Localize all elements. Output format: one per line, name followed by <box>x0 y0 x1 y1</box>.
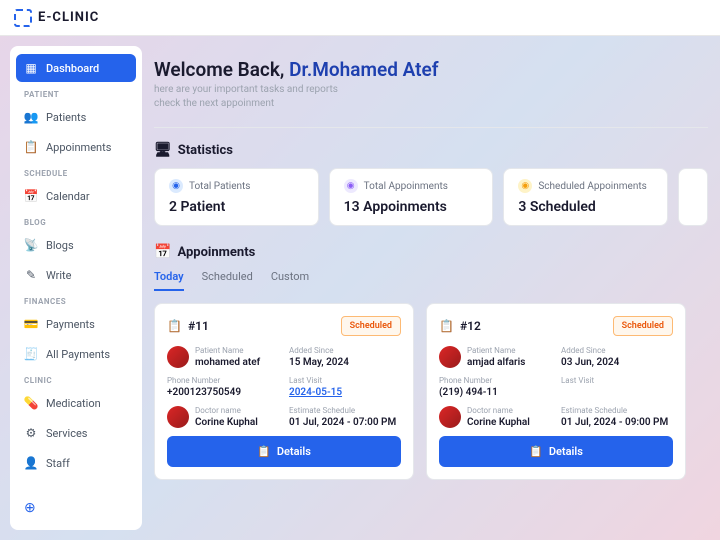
appointments-header: 📅 Appoinments <box>154 244 708 260</box>
collapse-sidebar-button[interactable]: ⊕ <box>16 494 136 522</box>
sidebar-item-patients[interactable]: 👥 Patients <box>16 103 136 131</box>
clipboard-icon: 📋 <box>439 319 454 333</box>
doctor-avatar <box>439 406 461 428</box>
main-content: Welcome Back, Dr.Mohamed Atef here are y… <box>152 46 710 530</box>
clipboard-icon: 📋 <box>529 445 543 458</box>
details-button[interactable]: 📋Details <box>167 436 401 467</box>
pill-icon: 💊 <box>24 396 38 410</box>
sidebar-item-appointments[interactable]: 📋 Appoinments <box>16 133 136 161</box>
last-visit-link[interactable]: 2024-05-15 <box>289 387 401 398</box>
gear-icon: ⚙ <box>24 426 38 440</box>
dot-icon: ◉ <box>518 179 532 193</box>
stat-total-appointments: ◉Total Appoinments 13 Appoinments <box>329 168 494 226</box>
appointment-card: 📋#11 Scheduled Patient Namemohamed atef … <box>154 303 414 480</box>
statistics-header: 🖥 Statistics <box>154 142 708 158</box>
team-icon: 👤 <box>24 456 38 470</box>
sidebar-item-staff[interactable]: 👤 Staff <box>16 449 136 477</box>
clipboard-icon: 📋 <box>257 445 271 458</box>
calendar-icon: 📅 <box>24 189 38 203</box>
sidebar-section-clinic: CLINIC <box>16 370 136 387</box>
clipboard-icon: 📋 <box>24 140 38 154</box>
stats-icon: 🖥 <box>154 142 172 158</box>
welcome-block: Welcome Back, Dr.Mohamed Atef here are y… <box>154 50 708 121</box>
sidebar-item-calendar[interactable]: 📅 Calendar <box>16 182 136 210</box>
sidebar-item-write[interactable]: ✎ Write <box>16 261 136 289</box>
receipt-icon: 🧾 <box>24 347 38 361</box>
sidebar-section-finances: FINANCES <box>16 291 136 308</box>
tab-scheduled[interactable]: Scheduled <box>202 270 253 291</box>
sidebar: ▦ Dashboard PATIENT 👥 Patients 📋 Appoinm… <box>10 46 142 530</box>
rss-icon: 📡 <box>24 238 38 252</box>
status-badge: Scheduled <box>613 316 673 336</box>
logo-icon <box>14 9 32 27</box>
divider <box>154 127 708 128</box>
details-button[interactable]: 📋Details <box>439 436 673 467</box>
patient-avatar <box>167 346 189 368</box>
status-badge: Scheduled <box>341 316 401 336</box>
patient-avatar <box>439 346 461 368</box>
sidebar-item-dashboard[interactable]: ▦ Dashboard <box>16 54 136 82</box>
stats-row: ◉Total Patients 2 Patient ◉Total Appoinm… <box>154 168 708 226</box>
stat-scheduled-appointments: ◉Scheduled Appoinments 3 Scheduled <box>503 168 668 226</box>
stat-medication <box>678 168 708 226</box>
sidebar-section-blog: BLOG <box>16 212 136 229</box>
calendar-icon: 📅 <box>154 244 171 260</box>
sidebar-section-patient: PATIENT <box>16 84 136 101</box>
appointment-id: 📋#12 <box>439 319 481 333</box>
doctor-avatar <box>167 406 189 428</box>
pencil-icon: ✎ <box>24 268 38 282</box>
appointments-list: 📋#11 Scheduled Patient Namemohamed atef … <box>154 303 708 480</box>
arrow-left-icon: ⊕ <box>24 500 36 516</box>
sidebar-item-services[interactable]: ⚙ Services <box>16 419 136 447</box>
welcome-subtitle: here are your important tasks and report… <box>154 83 708 111</box>
sidebar-item-blogs[interactable]: 📡 Blogs <box>16 231 136 259</box>
tab-custom[interactable]: Custom <box>271 270 309 291</box>
brand-name: E-CLINIC <box>38 10 99 25</box>
topbar: E-CLINIC <box>0 0 720 36</box>
dot-icon: ◉ <box>169 179 183 193</box>
grid-icon: ▦ <box>24 61 38 75</box>
dot-icon: ◉ <box>344 179 358 193</box>
stat-total-patients: ◉Total Patients 2 Patient <box>154 168 319 226</box>
appointment-tabs: Today Scheduled Custom <box>154 270 708 291</box>
welcome-title: Welcome Back, Dr.Mohamed Atef <box>154 58 708 81</box>
pill-icon <box>691 193 696 202</box>
wallet-icon: 💳 <box>24 317 38 331</box>
sidebar-item-medication[interactable]: 💊 Medication <box>16 389 136 417</box>
appointment-card: 📋#12 Scheduled Patient Nameamjad alfaris… <box>426 303 686 480</box>
sidebar-item-payments[interactable]: 💳 Payments <box>16 310 136 338</box>
tab-today[interactable]: Today <box>154 270 184 291</box>
appointment-id: 📋#11 <box>167 319 209 333</box>
brand-logo: E-CLINIC <box>14 9 99 27</box>
sidebar-item-all-payments[interactable]: 🧾 All Payments <box>16 340 136 368</box>
clipboard-icon: 📋 <box>167 319 182 333</box>
sidebar-section-schedule: SCHEDULE <box>16 163 136 180</box>
users-icon: 👥 <box>24 110 38 124</box>
